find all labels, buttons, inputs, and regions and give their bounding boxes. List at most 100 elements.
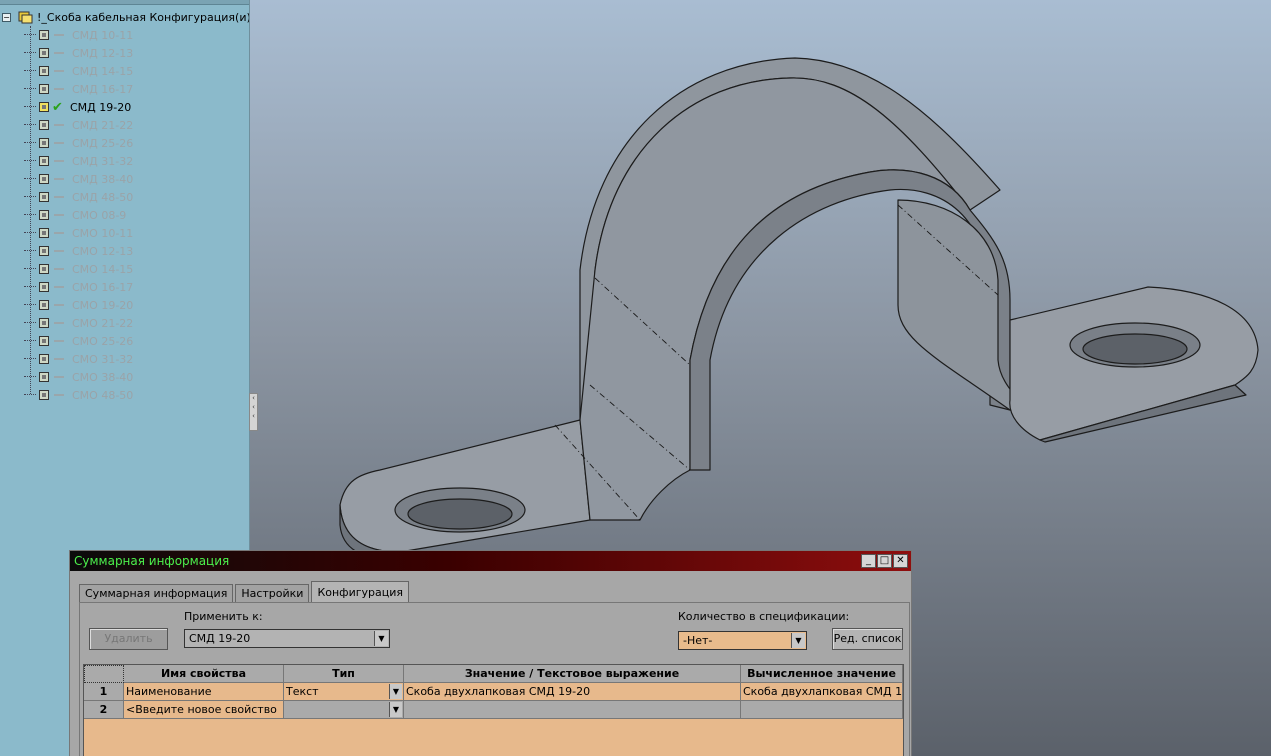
tree-item-configuration[interactable]: СМД 31-32 [24, 152, 134, 170]
grid-select-all[interactable] [84, 665, 124, 683]
tree-item-label: СМД 16-17 [72, 82, 134, 96]
computed-value-cell: Скоба двухлапковая СМД 19- [741, 683, 903, 701]
tree-item-configuration[interactable]: СМД 38-40 [24, 170, 133, 188]
dropdown-arrow-icon[interactable]: ▼ [389, 684, 402, 699]
tree-connector [24, 340, 36, 341]
new-property-input[interactable]: <Введите новое свойство [124, 701, 284, 719]
panel-collapse-handle[interactable]: ‹ ‹ ‹ [249, 393, 258, 431]
tree-connector [24, 34, 36, 35]
tree-connector [24, 124, 36, 125]
tree-connector [24, 250, 36, 251]
minimize-button[interactable]: _ [861, 554, 876, 568]
property-value-cell[interactable] [404, 701, 741, 719]
window-buttons: _ □ ✕ [861, 554, 908, 568]
header-computed[interactable]: Вычисленное значение [741, 665, 903, 683]
tree-connector [24, 160, 36, 161]
tree-item-configuration[interactable]: СМД 10-11 [24, 26, 133, 44]
close-button[interactable]: ✕ [893, 554, 908, 568]
inactive-dash-icon [54, 124, 64, 126]
quantity-select[interactable]: -Нет- ▼ [678, 631, 807, 650]
table-row[interactable]: 1 Наименование Текст ▼ Скоба двухлапкова… [84, 683, 903, 701]
row-number[interactable]: 1 [84, 683, 124, 701]
configuration-icon [39, 390, 49, 400]
tree-item-label: СМД 31-32 [72, 154, 134, 168]
collapse-toggle-icon[interactable]: − [2, 12, 11, 22]
configuration-icon [39, 264, 49, 274]
tree-item-configuration[interactable]: СМД 25-26 [24, 134, 133, 152]
configuration-icon [39, 102, 49, 112]
property-type-cell[interactable]: ▼ [284, 701, 404, 719]
configuration-icon [39, 246, 49, 256]
property-value-cell[interactable]: Скоба двухлапковая СМД 19-20 [404, 683, 741, 701]
inactive-dash-icon [54, 34, 64, 36]
tree-item-configuration[interactable]: СМО 48-50 [24, 386, 133, 404]
tree-item-label: СМО 19-20 [72, 298, 134, 312]
header-type[interactable]: Тип [284, 665, 404, 683]
tree-item-configuration[interactable]: СМД 14-15 [24, 62, 133, 80]
tree-item-configuration[interactable]: СМД 48-50 [24, 188, 134, 206]
property-type-cell[interactable]: Текст ▼ [284, 683, 404, 701]
tree-root[interactable]: − !_Скоба кабельная Конфигурация(и) (СМ [2, 9, 249, 25]
tree-item-label: СМО 08-9 [72, 208, 127, 222]
tree-item-label: СМД 21-22 [72, 118, 134, 132]
tree-item-configuration[interactable]: СМД 12-13 [24, 44, 133, 62]
configuration-icon [39, 354, 49, 364]
tree-item-label: СМД 48-50 [72, 190, 134, 204]
tree-item-configuration[interactable]: СМО 31-32 [24, 350, 133, 368]
row-number[interactable]: 2 [84, 701, 124, 719]
properties-grid: Имя свойства Тип Значение / Текстовое вы… [83, 664, 904, 756]
inactive-dash-icon [54, 214, 64, 216]
computed-value-cell [741, 701, 903, 719]
tree-item-configuration[interactable]: СМО 08-9 [24, 206, 127, 224]
tree-item-label: СМД 19-20 [70, 100, 132, 114]
tree-connector [24, 196, 36, 197]
tree-connector [24, 232, 36, 233]
dropdown-arrow-icon[interactable]: ▼ [389, 702, 402, 717]
table-row[interactable]: 2 <Введите новое свойство ▼ [84, 701, 903, 719]
dialog-titlebar[interactable]: Суммарная информация [70, 551, 911, 571]
tree-connector [24, 214, 36, 215]
configuration-icon [39, 228, 49, 238]
header-value[interactable]: Значение / Текстовое выражение [404, 665, 741, 683]
tree-item-configuration[interactable]: СМО 21-22 [24, 314, 134, 332]
inactive-dash-icon [54, 286, 64, 288]
edit-list-button[interactable]: Ред. список [832, 628, 903, 650]
tab-configuration[interactable]: Конфигурация [311, 581, 409, 603]
tree-item-label: СМО 21-22 [72, 316, 134, 330]
tree-item-configuration[interactable]: СМО 16-17 [24, 278, 134, 296]
tree-item-configuration[interactable]: СМД 21-22 [24, 116, 134, 134]
configuration-icon [39, 138, 49, 148]
header-property-name[interactable]: Имя свойства [124, 665, 284, 683]
tree-item-configuration[interactable]: СМО 38-40 [24, 368, 133, 386]
tree-item-configuration[interactable]: СМО 10-11 [24, 224, 133, 242]
tree-item-configuration[interactable]: ✔ СМД 19-20 [24, 98, 132, 116]
tree-item-configuration[interactable]: СМО 12-13 [24, 242, 134, 260]
tree-item-configuration[interactable]: СМО 25-26 [24, 332, 133, 350]
apply-to-select[interactable]: СМД 19-20 ▼ [184, 629, 390, 648]
tree-connector [24, 106, 36, 107]
configuration-panel: Применить к: Удалить СМД 19-20 ▼ Количес… [79, 602, 910, 756]
dropdown-arrow-icon[interactable]: ▼ [791, 633, 805, 648]
configuration-icon [39, 174, 49, 184]
inactive-dash-icon [54, 196, 64, 198]
tab-settings[interactable]: Настройки [235, 584, 310, 603]
tree-item-configuration[interactable]: СМО 14-15 [24, 260, 133, 278]
maximize-button[interactable]: □ [877, 554, 892, 568]
tree-item-configuration[interactable]: СМД 16-17 [24, 80, 134, 98]
inactive-dash-icon [54, 160, 64, 162]
apply-to-value: СМД 19-20 [189, 632, 251, 645]
configuration-icon [39, 156, 49, 166]
delete-button[interactable]: Удалить [89, 628, 168, 650]
inactive-dash-icon [54, 178, 64, 180]
tree-connector [24, 142, 36, 143]
tree-connector [24, 358, 36, 359]
tree-item-configuration[interactable]: СМО 19-20 [24, 296, 134, 314]
tree-connector [24, 70, 36, 71]
property-name-cell[interactable]: Наименование [124, 683, 284, 701]
tab-summary[interactable]: Суммарная информация [79, 584, 234, 603]
dropdown-arrow-icon[interactable]: ▼ [374, 631, 388, 646]
inactive-dash-icon [54, 52, 64, 54]
tree-item-label: СМО 16-17 [72, 280, 134, 294]
tree-item-label: СМО 12-13 [72, 244, 134, 258]
tree-connector [24, 286, 36, 287]
